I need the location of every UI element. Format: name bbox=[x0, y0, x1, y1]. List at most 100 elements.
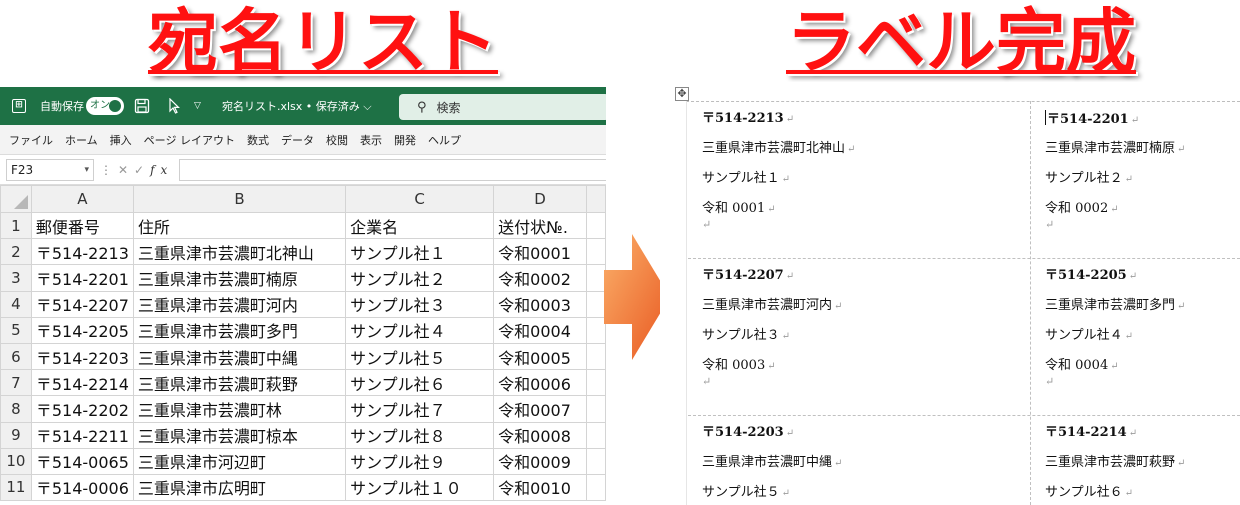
name-box[interactable]: F23 ▾ bbox=[6, 158, 94, 181]
cell[interactable]: 〒514-2201 bbox=[30, 264, 134, 292]
cell[interactable]: 三重県津市広明町 bbox=[132, 473, 347, 502]
cell[interactable]: 企業名 bbox=[345, 211, 495, 240]
label-cell[interactable]: 〒514-2207 ↵ 三重県津市芸濃町河内 ↵ サンプル社３ ↵ 令和 0003 ↵ … bbox=[702, 267, 842, 389]
customize-qat-icon[interactable]: ▽ bbox=[194, 87, 201, 125]
cell[interactable]: 郵便番号 bbox=[30, 211, 134, 240]
excel-window: ⊞ 自動保存 オン ▽ 宛名リスト.xlsx • 保存済み ⌵ ⚲ 検索 ファイ… bbox=[0, 87, 606, 505]
column-header-a[interactable]: A bbox=[30, 185, 134, 213]
cell[interactable] bbox=[586, 395, 606, 423]
cell[interactable] bbox=[586, 369, 606, 397]
row-header[interactable]: 11 bbox=[0, 473, 32, 502]
cell[interactable]: 三重県津市河辺町 bbox=[132, 447, 347, 475]
tab-view[interactable]: 表示 bbox=[360, 132, 382, 148]
cell[interactable]: 三重県津市芸濃町北神山 bbox=[132, 238, 347, 266]
cell-divider-vertical bbox=[1030, 101, 1031, 505]
cell[interactable] bbox=[586, 473, 606, 502]
cell[interactable]: 三重県津市芸濃町多門 bbox=[132, 316, 347, 344]
cell[interactable]: 令和0007 bbox=[493, 395, 587, 423]
cell[interactable]: 〒514-0006 bbox=[30, 473, 134, 502]
tab-help[interactable]: ヘルプ bbox=[428, 132, 461, 148]
label-table: 〒514-2213 ↵ 三重県津市芸濃町北神山 ↵ サンプル社１ ↵ 令和 0001 ↵… bbox=[688, 101, 1240, 505]
more-icon: ⋮ bbox=[100, 162, 112, 177]
row-header[interactable]: 10 bbox=[0, 447, 32, 475]
cell[interactable]: 令和0005 bbox=[493, 342, 587, 371]
label-cell[interactable]: 〒514-2203 ↵ 三重県津市芸濃町中縄 ↵ サンプル社５ ↵ bbox=[702, 424, 842, 505]
fx-icon[interactable]: fx bbox=[150, 163, 173, 177]
tab-developer[interactable]: 開発 bbox=[394, 132, 416, 148]
cell[interactable]: サンプル社１０ bbox=[345, 473, 495, 502]
row-header[interactable]: 5 bbox=[0, 316, 32, 344]
label-cell[interactable]: 〒514-2205 ↵ 三重県津市芸濃町多門 ↵ サンプル社４ ↵ 令和 0004 ↵ … bbox=[1045, 267, 1185, 389]
label-cell[interactable]: 〒514-2213 ↵ 三重県津市芸濃町北神山 ↵ サンプル社１ ↵ 令和 0001 ↵… bbox=[702, 110, 855, 232]
cell[interactable]: 〒514-2207 bbox=[30, 290, 134, 318]
tab-page-layout[interactable]: ページ レイアウト bbox=[144, 132, 235, 148]
cell[interactable]: サンプル社３ bbox=[345, 290, 495, 318]
cell[interactable] bbox=[586, 447, 606, 475]
tab-home[interactable]: ホーム bbox=[65, 132, 98, 148]
cell[interactable]: 令和0004 bbox=[493, 316, 587, 344]
cell[interactable]: 三重県津市芸濃町萩野 bbox=[132, 369, 347, 397]
autosave-toggle[interactable]: オン bbox=[86, 87, 124, 125]
cell[interactable]: 〒514-0065 bbox=[30, 447, 134, 475]
tab-data[interactable]: データ bbox=[281, 132, 314, 148]
tab-insert[interactable]: 挿入 bbox=[110, 132, 132, 148]
cell[interactable]: 〒514-2203 bbox=[30, 342, 134, 371]
cell[interactable]: サンプル社７ bbox=[345, 395, 495, 423]
cell[interactable]: 送付状№. bbox=[493, 211, 587, 240]
tab-file[interactable]: ファイル bbox=[9, 132, 53, 148]
cell[interactable]: サンプル社９ bbox=[345, 447, 495, 475]
table-move-handle-icon[interactable]: ✥ bbox=[675, 87, 689, 101]
cell[interactable]: サンプル社５ bbox=[345, 342, 495, 371]
tab-review[interactable]: 校閲 bbox=[326, 132, 348, 148]
cell[interactable]: 〒514-2214 bbox=[30, 369, 134, 397]
row-header[interactable]: 1 bbox=[0, 211, 32, 240]
column-header-c[interactable]: C bbox=[345, 185, 495, 213]
cell[interactable]: 三重県津市芸濃町林 bbox=[132, 395, 347, 423]
cell[interactable]: サンプル社２ bbox=[345, 264, 495, 292]
column-header-e[interactable] bbox=[586, 185, 606, 213]
cell[interactable]: サンプル社６ bbox=[345, 369, 495, 397]
label-cell[interactable]: 〒514-2201 ↵ 三重県津市芸濃町楠原 ↵ サンプル社２ ↵ 令和 0002 ↵ … bbox=[1045, 110, 1185, 232]
formula-input[interactable] bbox=[179, 158, 606, 181]
paragraph-mark-icon: ↵ bbox=[702, 218, 712, 231]
cell[interactable]: 住所 bbox=[132, 211, 347, 240]
row-header[interactable]: 7 bbox=[0, 369, 32, 397]
cell[interactable]: 〒514-2205 bbox=[30, 316, 134, 344]
cell[interactable]: 三重県津市芸濃町椋本 bbox=[132, 421, 347, 449]
cell[interactable]: 〒514-2213 bbox=[30, 238, 134, 266]
row-header[interactable]: 6 bbox=[0, 342, 32, 371]
row-header[interactable]: 2 bbox=[0, 238, 32, 266]
cell[interactable]: 三重県津市芸濃町中縄 bbox=[132, 342, 347, 371]
cell[interactable]: 令和0003 bbox=[493, 290, 587, 318]
label-cell[interactable]: 〒514-2214 ↵ 三重県津市芸濃町萩野 ↵ サンプル社６ ↵ bbox=[1045, 424, 1185, 505]
tab-formulas[interactable]: 数式 bbox=[247, 132, 269, 148]
cell[interactable]: 〒514-2211 bbox=[30, 421, 134, 449]
cell[interactable] bbox=[586, 421, 606, 449]
label-zip: 〒514-2213 bbox=[702, 111, 784, 126]
cell[interactable]: 令和0010 bbox=[493, 473, 587, 502]
title-address-list: 宛名リスト bbox=[148, 1, 498, 83]
row-header[interactable]: 9 bbox=[0, 421, 32, 449]
row-header[interactable]: 3 bbox=[0, 264, 32, 292]
cell[interactable]: 令和0008 bbox=[493, 421, 587, 449]
file-name[interactable]: 宛名リスト.xlsx • 保存済み ⌵ bbox=[222, 87, 372, 125]
save-icon[interactable] bbox=[134, 87, 150, 125]
column-header-b[interactable]: B bbox=[132, 185, 347, 213]
cell[interactable]: サンプル社４ bbox=[345, 316, 495, 344]
cell[interactable]: 令和0002 bbox=[493, 264, 587, 292]
cell[interactable]: 令和0009 bbox=[493, 447, 587, 475]
row-header[interactable]: 4 bbox=[0, 290, 32, 318]
cell[interactable]: 令和0006 bbox=[493, 369, 587, 397]
row-header[interactable]: 8 bbox=[0, 395, 32, 423]
select-all-corner[interactable] bbox=[0, 185, 32, 213]
cell[interactable]: サンプル社１ bbox=[345, 238, 495, 266]
touch-mode-icon[interactable] bbox=[168, 87, 180, 125]
cell[interactable]: サンプル社８ bbox=[345, 421, 495, 449]
cell[interactable]: 令和0001 bbox=[493, 238, 587, 266]
cell[interactable]: 〒514-2202 bbox=[30, 395, 134, 423]
cell[interactable]: 三重県津市芸濃町河内 bbox=[132, 290, 347, 318]
search-box[interactable]: ⚲ 検索 bbox=[399, 94, 606, 120]
cell[interactable]: 三重県津市芸濃町楠原 bbox=[132, 264, 347, 292]
column-header-d[interactable]: D bbox=[493, 185, 587, 213]
title-label-complete: ラベル完成 bbox=[786, 1, 1136, 83]
